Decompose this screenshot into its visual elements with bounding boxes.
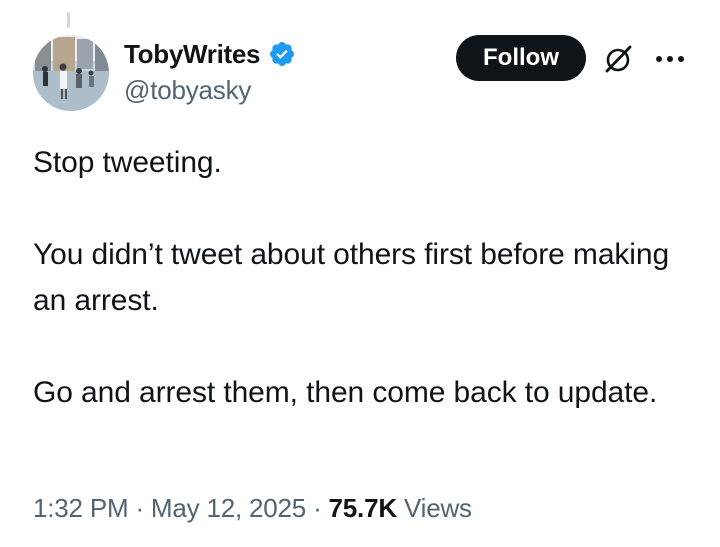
- grok-icon[interactable]: [602, 43, 634, 75]
- tweet-paragraph: Stop tweeting.: [33, 146, 222, 179]
- author-name-row: TobyWrites: [124, 38, 296, 70]
- tweet-paragraph: You didn’t tweet about others first befo…: [33, 238, 670, 317]
- more-dots-icon[interactable]: [654, 52, 686, 64]
- thread-connector-line: [67, 12, 70, 28]
- avatar[interactable]: [33, 35, 109, 111]
- follow-button[interactable]: Follow: [456, 35, 586, 81]
- avatar-photo: [33, 35, 109, 111]
- tweet-author: TobyWrites @tobyasky: [124, 38, 296, 106]
- author-handle[interactable]: @tobyasky: [124, 75, 296, 106]
- meta-separator: ·: [313, 493, 322, 523]
- tweet-time[interactable]: 1:32 PM: [33, 493, 129, 523]
- views-label: Views: [403, 493, 472, 523]
- tweet-paragraph: Go and arrest them, then come back to up…: [33, 376, 658, 409]
- verified-badge-icon[interactable]: [268, 40, 296, 68]
- author-display-name[interactable]: TobyWrites: [124, 39, 260, 70]
- tweet-metadata: 1:32 PM · May 12, 2025 · 75.7K Views: [33, 493, 472, 524]
- meta-separator: ·: [135, 493, 144, 523]
- views-count[interactable]: 75.7K: [329, 493, 398, 523]
- tweet-text: Stop tweeting. You didn’t tweet about ot…: [33, 140, 683, 416]
- tweet-date[interactable]: May 12, 2025: [151, 493, 306, 523]
